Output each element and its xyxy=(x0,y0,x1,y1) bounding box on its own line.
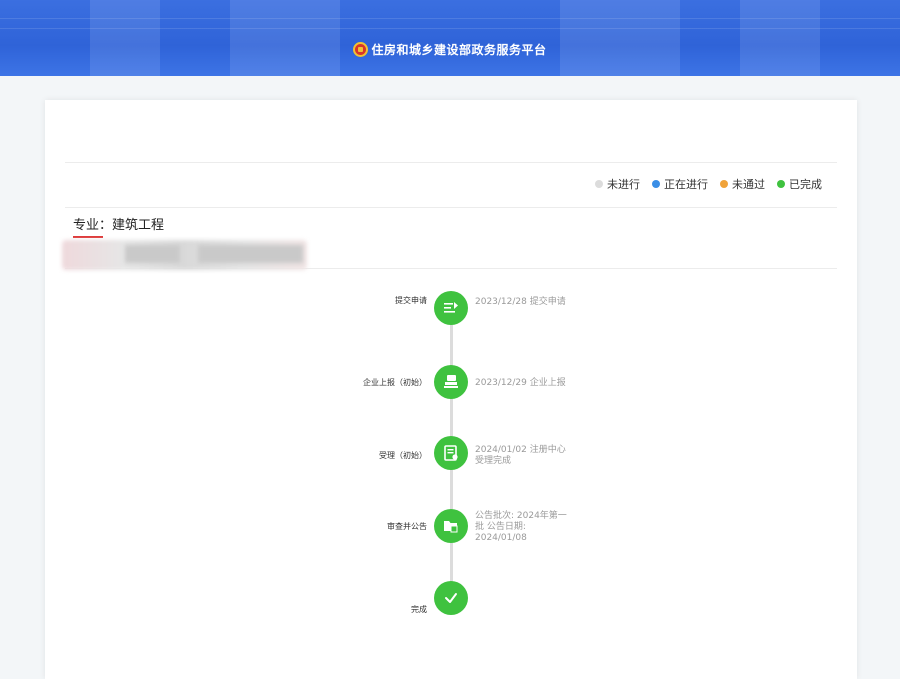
status-dot-icon xyxy=(595,180,603,188)
timeline-step: 提交申请 2023/12/28 提交申请 xyxy=(0,290,900,326)
step-label: 企业上报（初始） xyxy=(363,378,427,387)
step-description: 公告批次: 2024年第一批 公告日期: 2024/01/08 xyxy=(475,511,567,543)
national-emblem-icon xyxy=(353,41,369,57)
status-dot-icon xyxy=(652,180,660,188)
legend-label: 未进行 xyxy=(607,178,640,191)
step-label: 提交申请 xyxy=(395,296,427,305)
legend-label: 已完成 xyxy=(789,178,822,191)
redacted-info-chunk xyxy=(198,245,303,263)
step-label: 完成 xyxy=(411,605,427,614)
document-accept-icon xyxy=(434,436,468,470)
legend-label: 正在进行 xyxy=(664,178,708,191)
site-title: 住房和城乡建设部政务服务平台 xyxy=(371,42,547,57)
major-field: 专业：建筑工程 xyxy=(73,218,165,233)
header-decoration-line xyxy=(0,18,900,19)
legend-item-not-passed: 未通过 xyxy=(720,176,765,192)
top-header: 住房和城乡建设部政务服务平台 xyxy=(0,0,900,76)
check-icon-glyph xyxy=(445,593,457,603)
timeline-step: 完成 xyxy=(0,580,900,616)
stamp-report-icon xyxy=(434,365,468,399)
step-description: 2023/12/28 提交申请 xyxy=(475,297,566,307)
timeline-step: 受理（初始） 2024/01/02 注册中心受理完成 xyxy=(0,435,900,471)
step-description: 2023/12/29 企业上报 xyxy=(475,378,566,388)
legend-label: 未通过 xyxy=(732,178,765,191)
step-label: 受理（初始） xyxy=(379,451,427,460)
step-description: 2024/01/02 注册中心受理完成 xyxy=(475,445,566,466)
legend-item-not-started: 未进行 xyxy=(595,176,640,192)
timeline-step: 审查并公告 公告批次: 2024年第一批 公告日期: 2024/01/08 xyxy=(0,508,900,544)
step-label: 审查并公告 xyxy=(387,522,427,531)
check-icon xyxy=(434,581,468,615)
status-dot-icon xyxy=(720,180,728,188)
status-dot-icon xyxy=(777,180,785,188)
folder-announce-icon-glyph xyxy=(444,521,458,533)
divider xyxy=(65,207,837,208)
redacted-info-chunk xyxy=(125,245,180,263)
divider xyxy=(65,162,837,163)
status-legend: 未进行 正在进行 未通过 已完成 xyxy=(595,176,822,192)
folder-announce-icon xyxy=(434,509,468,543)
major-underline xyxy=(73,236,103,238)
timeline-step: 企业上报（初始） 2023/12/29 企业上报 xyxy=(0,364,900,400)
header-decoration-line xyxy=(0,28,900,29)
stamp-report-icon-glyph xyxy=(444,375,458,388)
legend-item-in-progress: 正在进行 xyxy=(652,176,708,192)
header-title-group: 住房和城乡建设部政务服务平台 xyxy=(0,38,900,60)
submit-list-icon xyxy=(434,291,468,325)
submit-list-icon-glyph xyxy=(444,302,458,313)
document-accept-icon-glyph xyxy=(444,445,458,461)
legend-item-completed: 已完成 xyxy=(777,176,822,192)
